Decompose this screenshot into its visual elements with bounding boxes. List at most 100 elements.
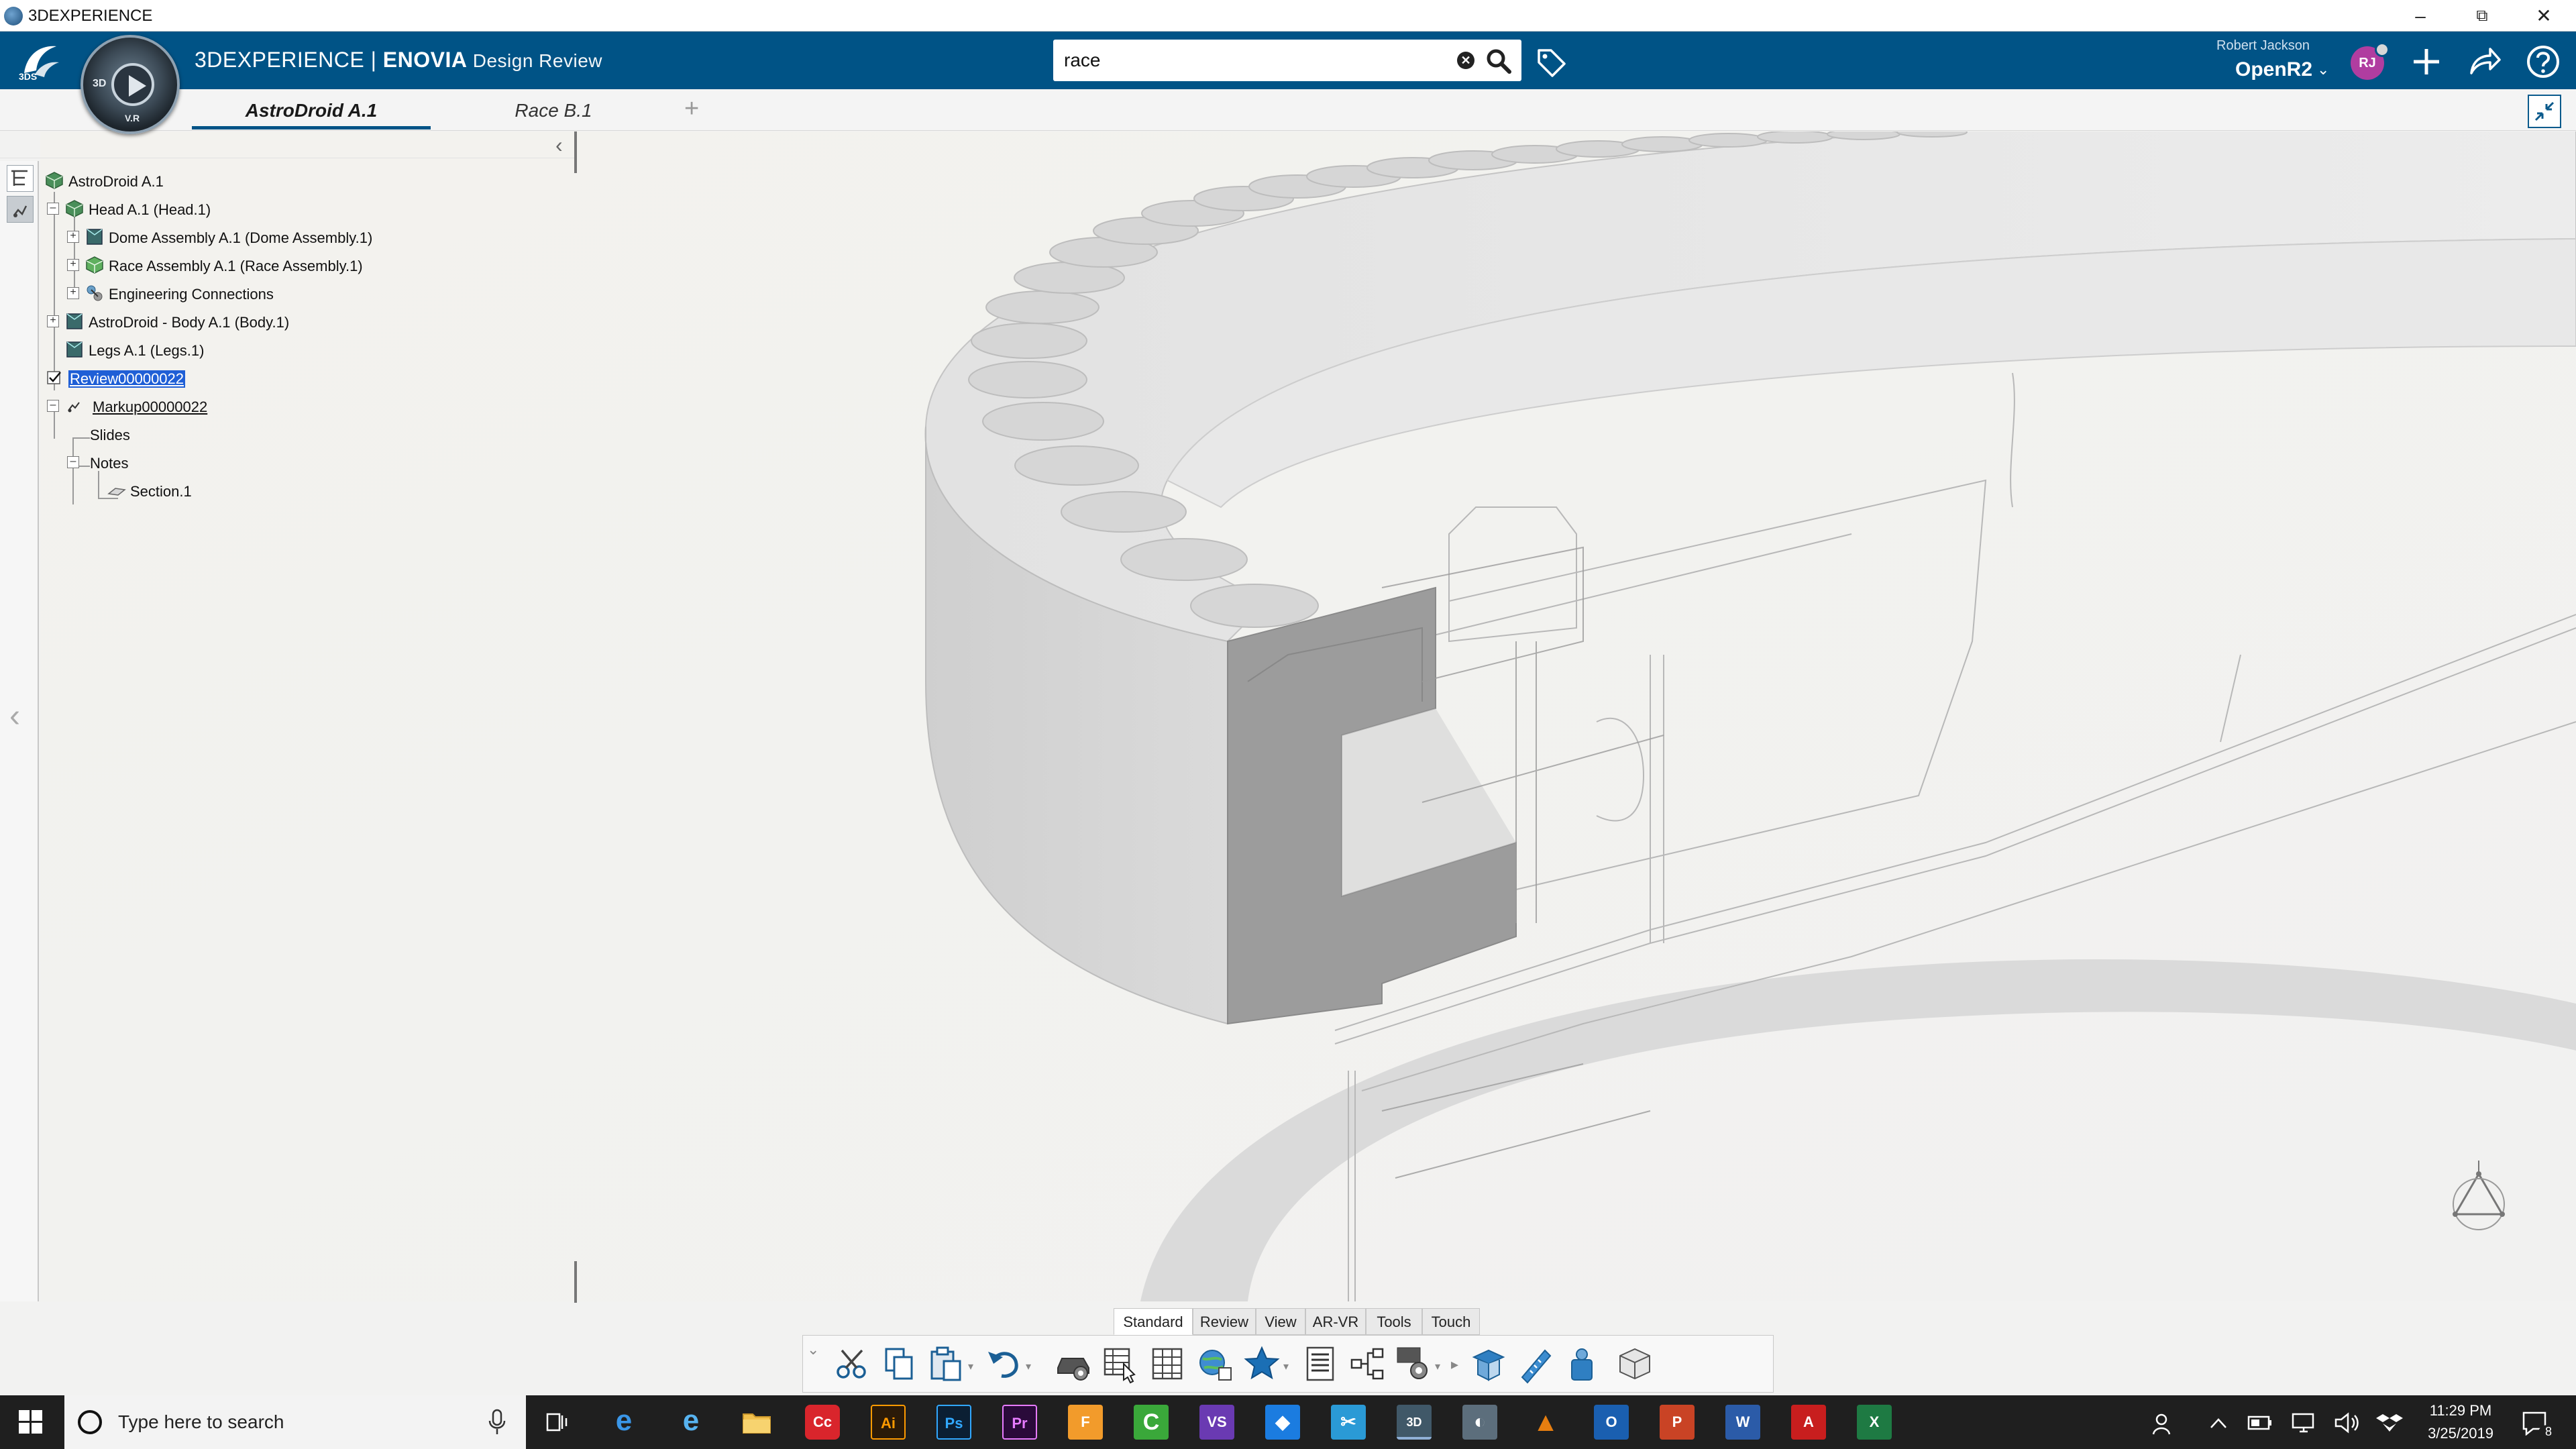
expand-toggle[interactable]: +	[67, 231, 79, 243]
internet-explorer-icon[interactable]: e	[674, 1405, 708, 1440]
tab-tools[interactable]: Tools	[1366, 1308, 1422, 1335]
collapse-toggle[interactable]: –	[47, 203, 59, 215]
dropbox-icon[interactable]: ◆	[1265, 1405, 1300, 1440]
tab-astrodroid[interactable]: AstroDroid A.1	[192, 96, 431, 129]
exit-fullscreen-button[interactable]	[2528, 95, 2561, 128]
tab-view[interactable]: View	[1256, 1308, 1305, 1335]
plus-icon[interactable]	[2408, 44, 2445, 80]
dropbox-tray-icon[interactable]	[2376, 1411, 2403, 1434]
list-icon[interactable]	[1301, 1344, 1341, 1384]
more-tools-icon[interactable]: ▸	[1451, 1356, 1458, 1373]
axis-compass-icon[interactable]	[2435, 1154, 2522, 1234]
3dexperience-taskbar-icon[interactable]: 3D	[1397, 1405, 1432, 1440]
minimize-button[interactable]: –	[2390, 0, 2451, 32]
premiere-icon[interactable]: Pr	[1002, 1405, 1037, 1440]
action-bar: ⌄ ▾ ▾ ▾ ▾ ▸	[802, 1335, 1774, 1393]
tree-item-label: Head A.1 (Head.1)	[89, 201, 211, 218]
snipping-tool-icon[interactable]: ✂	[1331, 1405, 1366, 1440]
network-icon[interactable]	[2290, 1411, 2317, 1434]
volume-icon[interactable]	[2333, 1411, 2360, 1434]
collapse-panel-icon[interactable]: ‹	[9, 698, 20, 735]
favorite-dropdown-icon[interactable]: ▾	[1283, 1360, 1289, 1373]
markup-icon	[68, 402, 80, 413]
file-explorer-icon[interactable]	[739, 1405, 774, 1440]
collapse-toggle[interactable]: –	[67, 456, 79, 468]
tab-review[interactable]: Review	[1193, 1308, 1256, 1335]
tree-item-label: Section.1	[130, 483, 192, 500]
clock-date[interactable]: 3/25/2019	[2414, 1425, 2508, 1442]
search-input[interactable]	[1064, 40, 1440, 81]
globe-search-icon[interactable]	[1195, 1344, 1235, 1384]
markup-view-button[interactable]	[7, 196, 34, 223]
edge-icon[interactable]: e	[606, 1405, 641, 1440]
section-tool-icon[interactable]	[1468, 1344, 1509, 1384]
options-icon[interactable]	[1393, 1344, 1434, 1384]
word-icon[interactable]: W	[1725, 1405, 1760, 1440]
acrobat-icon[interactable]: A	[1791, 1405, 1826, 1440]
hierarchy-icon[interactable]	[1348, 1344, 1388, 1384]
help-icon[interactable]	[2525, 44, 2561, 80]
play-icon[interactable]	[111, 63, 154, 106]
tenant-selector[interactable]: OpenR2	[2235, 58, 2312, 81]
expand-toggle[interactable]: +	[67, 287, 79, 299]
tab-race[interactable]: Race B.1	[470, 96, 637, 129]
outlook-icon[interactable]: O	[1594, 1405, 1629, 1440]
tree-resize-handle-bottom[interactable]	[574, 1261, 577, 1303]
favorite-star-icon[interactable]	[1242, 1344, 1282, 1384]
people-icon[interactable]	[2151, 1410, 2178, 1437]
options-dropdown-icon[interactable]: ▾	[1435, 1360, 1440, 1373]
3d-viewport[interactable]	[40, 131, 2576, 1301]
undo-icon[interactable]	[984, 1344, 1024, 1384]
tab-standard[interactable]: Standard	[1114, 1308, 1193, 1335]
camtasia-icon[interactable]: C	[1134, 1405, 1169, 1440]
battery-icon[interactable]	[2247, 1414, 2273, 1432]
windows-start-icon[interactable]	[0, 1395, 62, 1449]
undo-dropdown-icon[interactable]: ▾	[1026, 1360, 1031, 1373]
microphone-icon[interactable]	[487, 1407, 507, 1437]
cut-icon[interactable]	[833, 1344, 873, 1384]
settings-car-icon[interactable]	[1054, 1344, 1094, 1384]
tree-view-button[interactable]	[7, 165, 34, 192]
task-view-icon[interactable]	[539, 1405, 574, 1440]
vlc-icon[interactable]: ▲	[1528, 1405, 1563, 1440]
clock-time[interactable]: 11:29 PM	[2414, 1402, 2508, 1419]
visual-studio-icon[interactable]: VS	[1199, 1405, 1234, 1440]
compass-widget[interactable]: 3D V.R	[80, 35, 180, 134]
compass-v-label: V.R	[125, 113, 140, 123]
chevron-down-icon[interactable]: ⌄	[2317, 61, 2329, 78]
annotation-icon[interactable]	[1562, 1344, 1603, 1384]
taskbar-search[interactable]: Type here to search	[64, 1395, 526, 1449]
fusion-icon[interactable]: F	[1068, 1405, 1103, 1440]
chevron-up-icon[interactable]	[2207, 1413, 2230, 1433]
paint-icon[interactable]: ◐	[1462, 1405, 1497, 1440]
tree-resize-handle-top[interactable]	[574, 131, 577, 173]
review-check-icon	[47, 371, 61, 384]
expand-toggle[interactable]: +	[67, 259, 79, 271]
3d-view-icon[interactable]	[1615, 1344, 1655, 1384]
tag-icon[interactable]	[1535, 46, 1568, 80]
creative-cloud-icon[interactable]: Cc	[805, 1405, 840, 1440]
search-icon[interactable]	[1485, 48, 1512, 74]
clear-search-icon[interactable]: ✕	[1457, 52, 1474, 69]
copy-icon[interactable]	[879, 1344, 920, 1384]
table-select-icon[interactable]	[1101, 1344, 1141, 1384]
close-window-button[interactable]: ✕	[2513, 0, 2575, 32]
dassault-logo-icon[interactable]: 3DS	[17, 41, 64, 81]
collapse-tree-icon[interactable]: ‹	[555, 133, 563, 158]
paste-icon[interactable]	[926, 1344, 967, 1384]
collapse-action-bar-icon[interactable]: ⌄	[807, 1341, 819, 1358]
restore-button[interactable]: ⧉	[2451, 0, 2513, 32]
add-tab-button[interactable]: +	[684, 95, 699, 123]
excel-icon[interactable]: X	[1857, 1405, 1892, 1440]
photoshop-icon[interactable]: Ps	[936, 1405, 971, 1440]
tab-touch[interactable]: Touch	[1422, 1308, 1480, 1335]
measure-icon[interactable]	[1515, 1344, 1556, 1384]
tab-ar-vr[interactable]: AR-VR	[1305, 1308, 1366, 1335]
grid-table-icon[interactable]	[1148, 1344, 1188, 1384]
paste-dropdown-icon[interactable]: ▾	[968, 1360, 973, 1373]
powerpoint-icon[interactable]: P	[1660, 1405, 1695, 1440]
share-icon[interactable]	[2466, 44, 2502, 80]
expand-toggle[interactable]: +	[47, 315, 59, 327]
collapse-toggle[interactable]: –	[47, 400, 59, 412]
illustrator-icon[interactable]: Ai	[871, 1405, 906, 1440]
